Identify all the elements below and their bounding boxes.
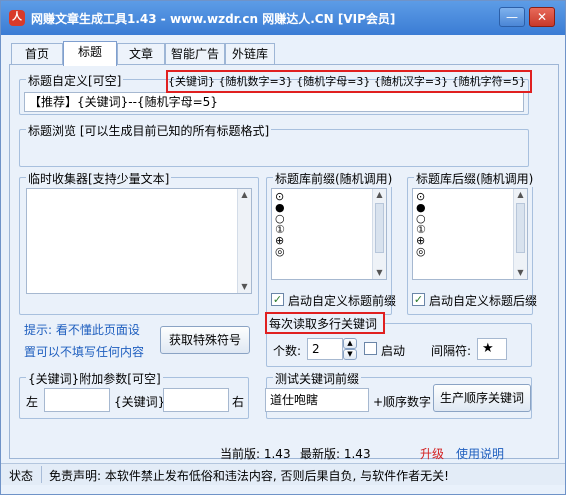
prefix-item[interactable]: ⊕: [272, 235, 386, 246]
title-custom-label: 标题自定义[可空]: [26, 72, 124, 89]
tip-line-2: 置可以不填写任何内容: [24, 345, 145, 359]
scroll-down-icon[interactable]: ▼: [373, 267, 386, 279]
scroll-thumb[interactable]: [516, 203, 525, 253]
status-bar: 状态 免责声明: 本软件禁止发布低俗和违法内容, 否则后果自负, 与软件作者无关…: [1, 463, 565, 485]
prefix-enable-checkbox[interactable]: ✓: [271, 293, 284, 306]
keyword-params-group: {关键词}附加参数[可空] 左 {关键词} 右: [19, 370, 249, 419]
separator-label: 间隔符:: [431, 344, 472, 358]
suffix-enable-checkbox[interactable]: ✓: [412, 293, 425, 306]
prefix-library-label: 标题库前缀(随机调用): [273, 170, 395, 187]
tab-title[interactable]: 标题: [63, 41, 117, 66]
status-divider: [41, 466, 42, 483]
suffix-item[interactable]: ◎: [413, 246, 527, 257]
left-param-label: 左: [26, 395, 39, 409]
syntax-highlight-box: [166, 70, 532, 93]
app-window: 人 网赚文章生成工具1.43 - www.wzdr.cn 网赚达人.CN [VI…: [0, 0, 566, 495]
status-label: 状态: [9, 469, 34, 483]
order-number-label: +顺序数字: [373, 395, 432, 409]
temp-collector-textarea[interactable]: ▲ ▼: [26, 188, 252, 294]
tab-link-library[interactable]: 外链库: [225, 43, 275, 65]
get-special-symbol-button[interactable]: 获取特殊符号: [160, 326, 250, 354]
suffix-library-label: 标题库后缀(随机调用): [414, 170, 536, 187]
multi-keyword-enable-checkbox[interactable]: [364, 342, 377, 355]
app-icon: 人: [9, 10, 25, 26]
tip-line-1: 提示: 看不懂此页面设: [24, 323, 140, 337]
tab-smart-ads[interactable]: 智能广告: [165, 43, 225, 65]
prefix-item[interactable]: ⊙: [272, 191, 386, 202]
suffix-list[interactable]: ⊙ ● ○ ① ⊕ ◎ ▲ ▼: [412, 188, 528, 280]
title-tab-panel: 标题自定义[可空] 【推荐】{关键词}--{随机字母=5} {关键词} {随机数…: [9, 64, 559, 462]
scroll-thumb[interactable]: [375, 203, 384, 253]
suffix-enable-label[interactable]: 启动自定义标题后缀: [429, 292, 537, 309]
prefix-library-group: 标题库前缀(随机调用) ⊙ ● ○ ① ⊕ ◎ ▲ ▼ ✓ 启动自定义标题前缀: [266, 170, 396, 315]
prefix-item[interactable]: ◎: [272, 246, 386, 257]
close-button[interactable]: ✕: [529, 7, 555, 27]
decrement-icon[interactable]: ▼: [343, 349, 357, 360]
prefix-item[interactable]: ●: [272, 202, 386, 213]
prefix-item[interactable]: ○: [272, 213, 386, 224]
suffix-item[interactable]: ①: [413, 224, 527, 235]
count-input[interactable]: 2: [307, 338, 343, 360]
temp-collector-group: 临时收集器[支持少量文本] ▲ ▼: [19, 170, 259, 315]
title-browse-group: 标题浏览 [可以生成目前已知的所有标题格式]: [19, 122, 529, 167]
multi-keyword-enable-label[interactable]: 启动: [381, 342, 405, 359]
title-browse-label: 标题浏览 [可以生成目前已知的所有标题格式]: [26, 122, 272, 139]
title-custom-input[interactable]: 【推荐】{关键词}--{随机字母=5}: [24, 92, 524, 112]
right-param-label: 右: [232, 395, 245, 409]
test-prefix-group: 测试关键词前缀 道仕咆瞎 +顺序数字 生产顺序关键词: [265, 370, 532, 419]
scroll-down-icon[interactable]: ▼: [514, 267, 527, 279]
prefix-scrollbar[interactable]: ▲ ▼: [372, 189, 386, 279]
test-prefix-input[interactable]: 道仕咆瞎: [265, 388, 369, 412]
scroll-up-icon[interactable]: ▲: [373, 189, 386, 201]
disclaimer-text: 免责声明: 本软件禁止发布低俗和违法内容, 否则后果自负, 与软件作者无关!: [49, 469, 449, 483]
right-param-input[interactable]: [163, 388, 229, 412]
suffix-library-group: 标题库后缀(随机调用) ⊙ ● ○ ① ⊕ ◎ ▲ ▼ ✓ 启动自定义标题后缀: [407, 170, 537, 315]
current-version: 当前版: 1.43: [220, 447, 291, 461]
test-prefix-label: 测试关键词前缀: [273, 370, 362, 387]
suffix-item[interactable]: ⊕: [413, 235, 527, 246]
latest-version: 最新版: 1.43: [300, 447, 371, 461]
increment-icon[interactable]: ▲: [343, 338, 357, 349]
temp-collector-label: 临时收集器[支持少量文本]: [26, 170, 172, 187]
help-link[interactable]: 使用说明: [456, 445, 504, 462]
multi-keyword-label: 每次读取多行关键词: [269, 317, 378, 331]
scroll-up-icon[interactable]: ▲: [238, 189, 251, 201]
upgrade-link[interactable]: 升级: [420, 445, 444, 462]
count-label: 个数:: [273, 344, 302, 358]
suffix-scrollbar[interactable]: ▲ ▼: [513, 189, 527, 279]
left-param-input[interactable]: [44, 388, 110, 412]
keyword-params-label: {关键词}附加参数[可空]: [26, 370, 163, 387]
scroll-up-icon[interactable]: ▲: [514, 189, 527, 201]
prefix-item[interactable]: ①: [272, 224, 386, 235]
suffix-item[interactable]: ⊙: [413, 191, 527, 202]
generate-keywords-button[interactable]: 生产顺序关键词: [433, 384, 531, 412]
minimize-button[interactable]: —: [499, 7, 525, 27]
window-title: 网赚文章生成工具1.43 - www.wzdr.cn 网赚达人.CN [VIP会…: [31, 12, 396, 26]
suffix-item[interactable]: ●: [413, 202, 527, 213]
tab-home[interactable]: 首页: [11, 43, 63, 65]
keyword-middle-label: {关键词}: [114, 395, 166, 409]
prefix-list[interactable]: ⊙ ● ○ ① ⊕ ◎ ▲ ▼: [271, 188, 387, 280]
tab-article[interactable]: 文章: [117, 43, 165, 65]
prefix-enable-label[interactable]: 启动自定义标题前缀: [288, 292, 396, 309]
separator-input[interactable]: ★: [477, 338, 507, 360]
suffix-item[interactable]: ○: [413, 213, 527, 224]
scroll-down-icon[interactable]: ▼: [238, 281, 251, 293]
title-bar[interactable]: 人 网赚文章生成工具1.43 - www.wzdr.cn 网赚达人.CN [VI…: [1, 1, 565, 35]
temp-collector-scrollbar[interactable]: ▲ ▼: [237, 189, 251, 293]
